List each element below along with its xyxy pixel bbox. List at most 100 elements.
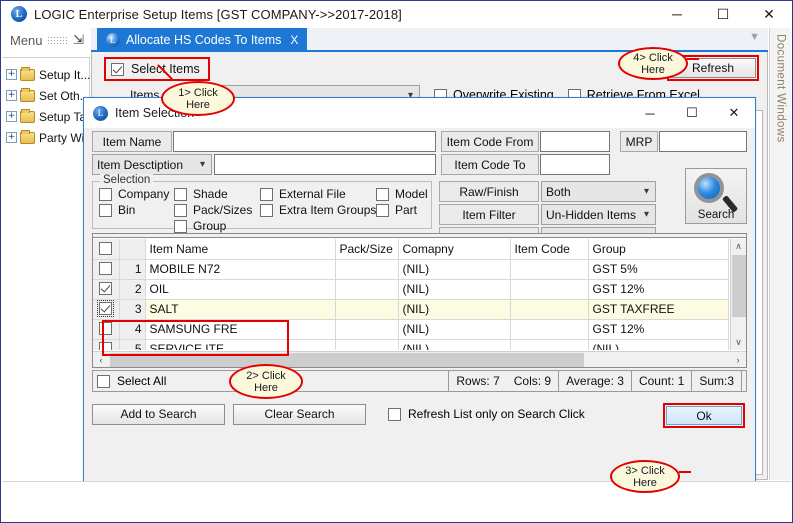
part-checkbox-row[interactable]: Part <box>376 203 417 217</box>
dialog-maximize-icon[interactable]: ☐ <box>671 98 713 128</box>
grid-select-all-checkbox[interactable] <box>99 241 113 255</box>
select-items-checkbox-row[interactable]: Select Items <box>104 57 210 81</box>
row-checkbox[interactable] <box>97 300 115 317</box>
expand-icon[interactable]: + <box>6 132 17 143</box>
row-checkbox-cell[interactable] <box>93 259 120 280</box>
close-icon[interactable]: ✕ <box>746 1 792 27</box>
group-checkbox-row[interactable]: Group <box>174 219 226 233</box>
pack-sizes-checkbox-row[interactable]: Pack/Sizes <box>174 203 252 217</box>
item-filter-combo[interactable]: Un-Hidden Items ▾ <box>541 204 656 225</box>
pin-icon[interactable]: ⇲ <box>73 32 84 48</box>
expand-icon[interactable]: + <box>6 111 17 122</box>
bin-checkbox[interactable] <box>99 203 112 217</box>
chevron-down-icon[interactable]: ▼ <box>749 31 760 43</box>
row-checkbox-cell[interactable] <box>93 279 120 300</box>
expand-icon[interactable]: + <box>6 90 17 101</box>
menu-label[interactable]: Menu <box>10 33 43 48</box>
mrp-input[interactable] <box>659 131 747 152</box>
grid-header-item-name[interactable]: Item Name <box>145 239 336 260</box>
model-checkbox[interactable] <box>376 187 389 201</box>
tab-allocate-hs-codes[interactable]: L Allocate HS Codes To Items X <box>97 28 308 52</box>
grid-horizontal-scrollbar[interactable]: ‹ › <box>93 351 746 367</box>
cell-item-name: MOBILE N72 <box>145 259 336 280</box>
right-dock-panel[interactable]: Document Windows <box>769 28 791 480</box>
expand-icon[interactable]: + <box>6 69 17 80</box>
grid-header-group[interactable]: Group <box>588 239 729 260</box>
group-checkbox[interactable] <box>174 219 187 233</box>
add-to-search-button[interactable]: Add to Search <box>92 403 225 425</box>
refresh-list-checkbox[interactable] <box>388 407 401 421</box>
chevron-down-icon[interactable]: ▾ <box>200 159 205 170</box>
table-row[interactable]: 2 OIL (NIL) GST 12% <box>93 279 729 300</box>
grid-header-select-all[interactable] <box>93 239 120 260</box>
item-code-from-input[interactable] <box>540 131 610 152</box>
ok-button[interactable]: Ok <box>666 406 742 425</box>
folder-icon <box>20 108 35 123</box>
extra-item-groups-checkbox[interactable] <box>260 203 273 217</box>
scroll-up-icon[interactable]: ∧ <box>731 239 746 254</box>
select-items-checkbox[interactable] <box>111 62 124 76</box>
table-row[interactable]: 1 MOBILE N72 (NIL) GST 5% <box>93 259 729 280</box>
grid-hscroll-track[interactable] <box>585 353 730 367</box>
part-checkbox[interactable] <box>376 203 389 217</box>
external-file-checkbox-row[interactable]: External File <box>260 187 346 201</box>
shade-checkbox[interactable] <box>174 187 187 201</box>
folder-icon <box>20 129 35 144</box>
extra-item-groups-checkbox-row[interactable]: Extra Item Groups <box>260 203 376 217</box>
row-checkbox[interactable] <box>99 342 113 350</box>
tree-item-party-wise[interactable]: + Party Wi... <box>2 127 94 148</box>
items-grid[interactable]: Item Name Pack/Size Comapny Item Code Gr… <box>92 233 747 368</box>
row-checkbox[interactable] <box>99 282 113 295</box>
item-description-combo[interactable]: Item Desctiption ▾ <box>92 154 212 175</box>
select-all-checkbox[interactable] <box>97 374 110 388</box>
tree-item-set-others[interactable]: + Set Oth... <box>2 85 90 106</box>
table-row[interactable]: 5 SERVICE ITE (NIL) (NIL) <box>93 339 729 350</box>
bin-checkbox-row[interactable]: Bin <box>99 203 135 217</box>
cell-group: GST 5% <box>588 259 729 280</box>
grid-vscroll-thumb[interactable] <box>732 255 746 317</box>
scroll-right-icon[interactable]: › <box>730 355 746 365</box>
row-checkbox[interactable] <box>99 262 113 275</box>
maximize-icon[interactable]: ☐ <box>700 1 746 27</box>
refresh-list-checkbox-row[interactable]: Refresh List only on Search Click <box>388 407 585 421</box>
item-name-input[interactable] <box>173 131 436 152</box>
dialog-close-icon[interactable]: ✕ <box>713 98 755 128</box>
company-checkbox-row[interactable]: Company <box>99 187 169 201</box>
tree-item-setup-tables[interactable]: + Setup Ta... <box>2 106 96 127</box>
selection-groupbox: Selection Company Bin Shade Pack/Sizes G… <box>92 174 432 233</box>
menu-strip[interactable]: Menu ⇲ <box>2 28 90 52</box>
grid-header-company[interactable]: Comapny <box>398 239 511 260</box>
part-label: Part <box>395 203 418 217</box>
tab-close-icon[interactable]: X <box>290 33 298 47</box>
row-checkbox-cell[interactable] <box>93 339 120 350</box>
pack-sizes-checkbox[interactable] <box>174 203 187 217</box>
document-windows-label[interactable]: Document Windows <box>775 34 787 143</box>
grid-header-pack-size[interactable]: Pack/Size <box>335 239 399 260</box>
scroll-left-icon[interactable]: ‹ <box>93 355 109 365</box>
minimize-icon[interactable]: ─ <box>654 1 700 27</box>
row-checkbox-cell[interactable] <box>93 299 120 320</box>
item-description-input[interactable] <box>214 154 436 175</box>
dialog-minimize-icon[interactable]: ─ <box>629 98 671 128</box>
grid-hscroll-thumb[interactable] <box>110 352 584 367</box>
item-code-to-input[interactable] <box>540 154 610 175</box>
grid-vertical-scrollbar[interactable]: ∧ ∨ <box>730 239 746 350</box>
item-name-label: Item Name <box>92 131 172 152</box>
row-checkbox[interactable] <box>99 322 113 335</box>
model-checkbox-row[interactable]: Model <box>376 187 428 201</box>
tree-item-setup-items[interactable]: + Setup It... <box>2 64 90 85</box>
scroll-down-icon[interactable]: ∨ <box>731 335 746 350</box>
shade-checkbox-row[interactable]: Shade <box>174 187 228 201</box>
search-icon <box>694 173 724 203</box>
raw-finish-combo[interactable]: Both ▾ <box>541 181 656 202</box>
chevron-down-icon[interactable]: ▾ <box>644 209 649 220</box>
grid-header-item-code[interactable]: Item Code <box>510 239 589 260</box>
table-row[interactable]: 3 SALT (NIL) GST TAXFREE <box>93 299 729 320</box>
external-file-checkbox[interactable] <box>260 187 273 201</box>
chevron-down-icon[interactable]: ▾ <box>644 186 649 197</box>
company-checkbox[interactable] <box>99 187 112 201</box>
row-checkbox-cell[interactable] <box>93 319 120 340</box>
clear-search-button[interactable]: Clear Search <box>233 403 366 425</box>
search-button[interactable]: Search <box>685 168 747 224</box>
table-row[interactable]: 4 SAMSUNG FRE (NIL) GST 12% <box>93 319 729 340</box>
